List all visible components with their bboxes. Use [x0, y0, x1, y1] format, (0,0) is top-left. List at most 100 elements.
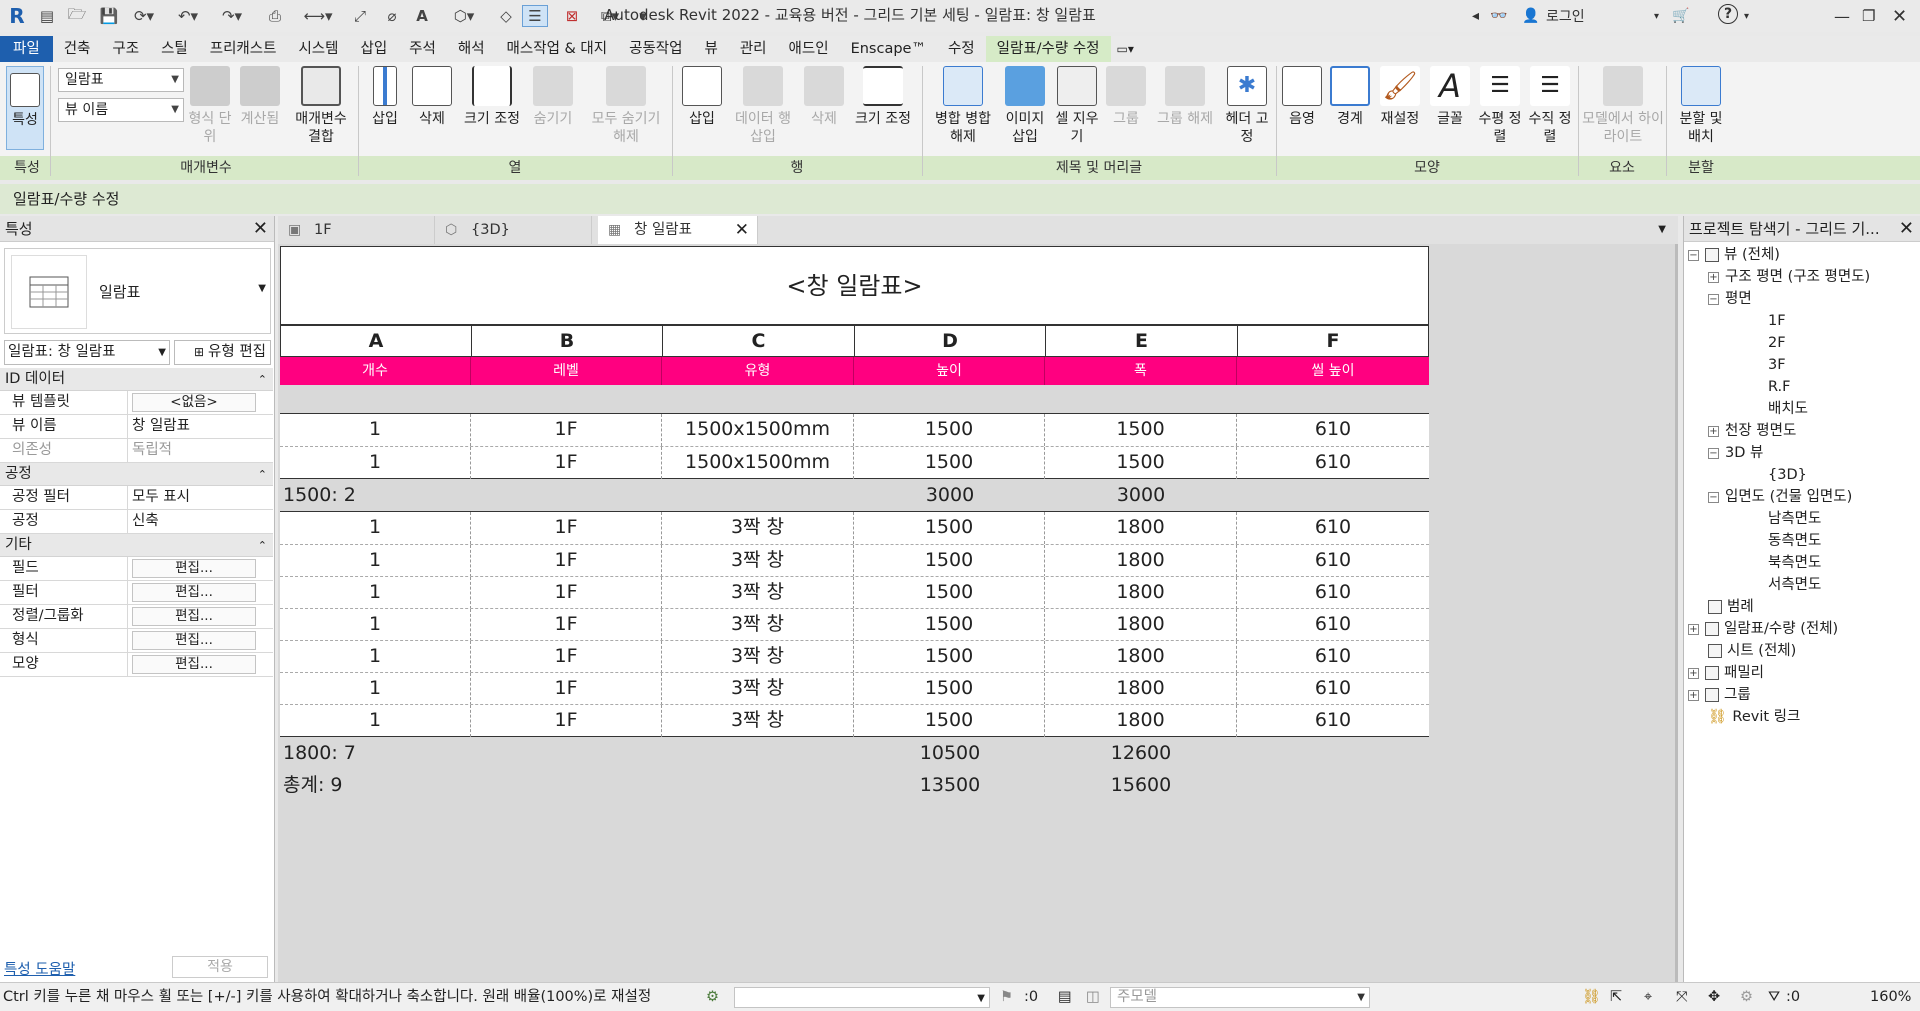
table-cell[interactable]: 610: [1237, 447, 1429, 479]
login-dropdown-icon[interactable]: ▾: [1654, 4, 1659, 28]
table-cell[interactable]: 3짝 창: [662, 609, 854, 641]
save-icon[interactable]: 💾: [98, 5, 120, 27]
tab-modify[interactable]: 수정: [937, 36, 986, 62]
column-letter[interactable]: E: [1045, 325, 1238, 357]
header-cell[interactable]: 개수: [280, 357, 471, 385]
column-delete-button[interactable]: 삭제: [412, 66, 452, 128]
tree-floor-plan-1f[interactable]: 1F: [1768, 310, 1786, 332]
row-resize-button[interactable]: 크기 조정: [850, 66, 916, 128]
collapse-icon[interactable]: −: [1708, 293, 1719, 305]
table-cell[interactable]: 1: [280, 414, 471, 446]
table-cell[interactable]: 1F: [471, 705, 662, 737]
canvas-scrollbar[interactable]: [1675, 244, 1678, 982]
tab-enscape[interactable]: Enscape™: [840, 36, 937, 62]
table-cell[interactable]: 1F: [471, 673, 662, 705]
edit-appearance-button[interactable]: 편집...: [132, 655, 256, 674]
prop-value[interactable]: <없음>: [128, 391, 273, 414]
edit-filter-button[interactable]: 편집...: [132, 583, 256, 602]
tree-ceiling-plans[interactable]: + 천장 평면도: [1708, 420, 1796, 442]
table-cell[interactable]: 610: [1237, 577, 1429, 609]
tree-3d-views[interactable]: −3D 뷰: [1708, 442, 1763, 464]
tree-revit-links[interactable]: ⛓ Revit 링크: [1708, 706, 1800, 728]
undo-icon[interactable]: ↶▾: [172, 5, 204, 27]
table-cell[interactable]: 1: [280, 577, 471, 609]
tab-collaborate[interactable]: 공동작업: [618, 36, 693, 62]
table-cell[interactable]: 1: [280, 641, 471, 673]
table-cell[interactable]: 1: [280, 705, 471, 737]
header-cell[interactable]: 레벨: [471, 357, 662, 385]
select-pinned-icon[interactable]: ⌖: [1644, 983, 1652, 1011]
design-option-select-icon[interactable]: ◫: [1086, 983, 1100, 1011]
tree-elevation-west[interactable]: 서측면도: [1768, 574, 1821, 596]
table-cell[interactable]: 610: [1237, 673, 1429, 705]
table-cell[interactable]: 1500: [1045, 414, 1237, 446]
table-cell[interactable]: 1800: [1045, 512, 1237, 544]
column-resize-button[interactable]: 크기 조정: [460, 66, 524, 128]
tab-precast[interactable]: 프리캐스트: [199, 36, 288, 62]
tree-families[interactable]: + 패밀리: [1688, 662, 1764, 684]
reset-button[interactable]: 🖌 재설정: [1374, 66, 1426, 128]
category-other[interactable]: 기타 ⌃: [0, 534, 273, 557]
table-cell[interactable]: 1500x1500mm: [662, 447, 854, 479]
measure-icon[interactable]: ⟷▾: [300, 5, 336, 27]
table-cell[interactable]: 1500: [854, 447, 1045, 479]
tab-view-3d[interactable]: ⬡ {3D}: [435, 216, 592, 244]
tree-floor-plan-rf[interactable]: R.F: [1768, 376, 1791, 398]
workset-select[interactable]: ▼: [734, 987, 990, 1008]
calculated-button[interactable]: 계산됨: [236, 66, 284, 128]
section-icon[interactable]: ◇: [494, 5, 518, 27]
table-cell[interactable]: 610: [1237, 545, 1429, 577]
parameter-select[interactable]: 일람표 ▼: [58, 68, 184, 92]
close-window-icon[interactable]: ✕: [1892, 4, 1907, 28]
collapse-icon[interactable]: −: [1688, 249, 1699, 261]
view-name-field[interactable]: 창 일람표: [128, 415, 273, 438]
table-cell[interactable]: 1F: [471, 545, 662, 577]
table-cell[interactable]: 610: [1237, 512, 1429, 544]
tree-elevations[interactable]: − 입면도 (건물 입면도): [1708, 486, 1852, 508]
design-options-icon[interactable]: ▤: [1058, 983, 1072, 1011]
select-by-face-icon[interactable]: ⤧: [1676, 983, 1688, 1011]
table-cell[interactable]: 1800: [1045, 545, 1237, 577]
table-cell[interactable]: 3짝 창: [662, 673, 854, 705]
column-letter[interactable]: F: [1237, 325, 1429, 357]
tree-floor-plan-2f[interactable]: 2F: [1768, 332, 1786, 354]
column-letter[interactable]: B: [471, 325, 663, 357]
tree-groups[interactable]: + 그룹: [1688, 684, 1751, 706]
tree-legends[interactable]: 범례: [1708, 596, 1754, 618]
tree-sheets[interactable]: 시트 (전체): [1708, 640, 1796, 662]
table-cell[interactable]: 610: [1237, 641, 1429, 673]
help-dropdown-icon[interactable]: ▾: [1744, 4, 1749, 28]
table-cell[interactable]: 1: [280, 609, 471, 641]
tag-icon[interactable]: ⌀: [380, 5, 404, 27]
select-links-icon[interactable]: ⛓: [1582, 983, 1600, 1011]
tab-annotate[interactable]: 주석: [398, 36, 447, 62]
table-cell[interactable]: 1800: [1045, 641, 1237, 673]
tab-view[interactable]: 뷰: [694, 36, 729, 62]
tree-structural-plans[interactable]: + 구조 평면 (구조 평면도): [1708, 266, 1870, 288]
table-cell[interactable]: 1500: [854, 705, 1045, 737]
redo-icon[interactable]: ↷▾: [216, 5, 248, 27]
column-letter[interactable]: A: [280, 325, 472, 357]
row-delete-button[interactable]: 삭제: [802, 66, 846, 128]
login-link[interactable]: 로그인: [1546, 4, 1585, 28]
open-icon[interactable]: 🗁: [66, 5, 88, 27]
table-cell[interactable]: 1: [280, 447, 471, 479]
cart-icon[interactable]: 🛒: [1672, 4, 1689, 28]
table-cell[interactable]: 1500: [854, 414, 1045, 446]
help-icon[interactable]: ?: [1718, 4, 1738, 24]
text-icon[interactable]: A: [410, 5, 434, 27]
expand-icon[interactable]: +: [1688, 623, 1699, 635]
type-selector[interactable]: 일람표 ▼: [4, 248, 271, 334]
expand-icon[interactable]: +: [1708, 425, 1719, 437]
tree-elevation-south[interactable]: 남측면도: [1768, 508, 1821, 530]
table-cell[interactable]: 1: [280, 673, 471, 705]
edit-formatting-button[interactable]: 편집...: [132, 631, 256, 650]
close-properties-icon[interactable]: ✕: [253, 216, 268, 242]
category-identity[interactable]: ID 데이터 ⌃: [0, 368, 273, 391]
tab-manage[interactable]: 관리: [729, 36, 778, 62]
schedule-title[interactable]: <창 일람표>: [280, 246, 1429, 325]
filter-icon[interactable]: ⛛: [1768, 983, 1780, 1011]
tab-massing-site[interactable]: 매스작업 & 대지: [496, 36, 619, 62]
thin-lines-icon[interactable]: ☰: [522, 5, 548, 27]
table-cell[interactable]: 1800: [1045, 577, 1237, 609]
